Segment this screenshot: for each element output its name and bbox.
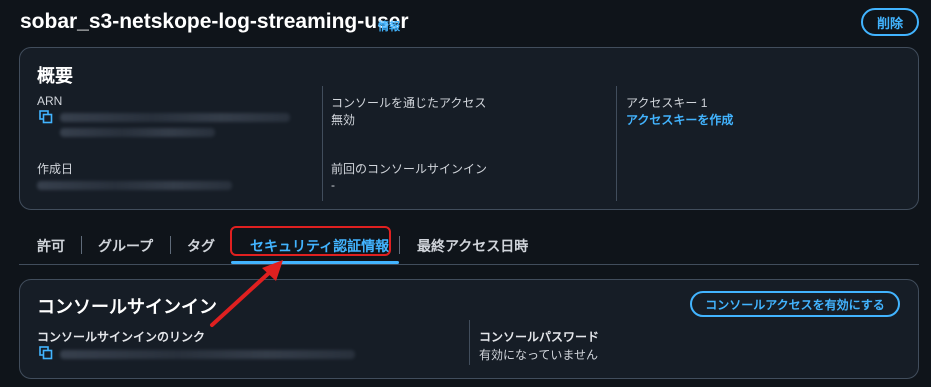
annotation-arrow: [210, 260, 283, 327]
